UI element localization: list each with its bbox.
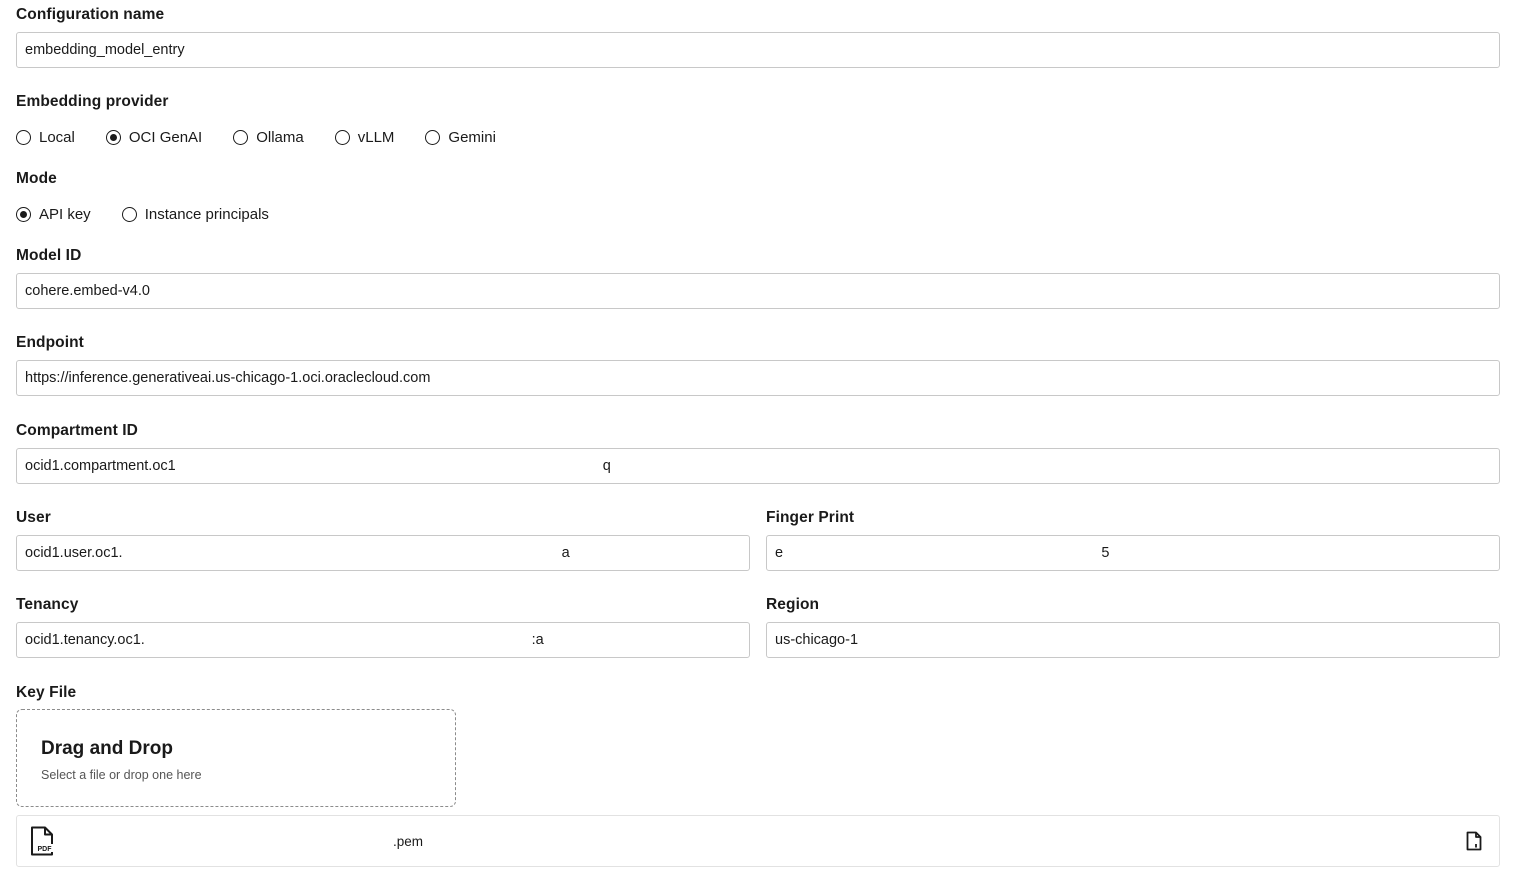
radio-label: vLLM bbox=[357, 128, 395, 146]
radio-label: Instance principals bbox=[144, 205, 269, 223]
radio-label: Local bbox=[39, 128, 75, 146]
mode-label: Mode bbox=[16, 170, 57, 187]
uploaded-file-row: PDF .pem bbox=[16, 815, 1500, 867]
radio-circle-icon bbox=[334, 129, 350, 145]
mode-radio-group: API key Instance principals bbox=[16, 204, 300, 224]
user-label: User bbox=[16, 509, 51, 526]
document-icon[interactable] bbox=[1465, 831, 1483, 851]
model-id-label: Model ID bbox=[16, 247, 82, 264]
radio-circle-icon bbox=[233, 129, 249, 145]
provider-radio-local[interactable]: Local bbox=[16, 129, 75, 146]
config-name-label: Configuration name bbox=[16, 6, 165, 23]
compartment-id-input[interactable]: ocid1.compartment.oc1 q bbox=[16, 448, 1500, 484]
key-file-dropzone[interactable]: Drag and Drop Select a file or drop one … bbox=[16, 709, 456, 807]
user-input[interactable]: ocid1.user.oc1. a bbox=[16, 535, 750, 571]
radio-circle-icon bbox=[105, 129, 121, 145]
radio-label: Gemini bbox=[448, 128, 496, 146]
mode-radio-instance-principals[interactable]: Instance principals bbox=[121, 205, 269, 223]
radio-label: API key bbox=[39, 205, 91, 223]
fingerprint-label: Finger Print bbox=[766, 509, 855, 526]
tenancy-input[interactable]: ocid1.tenancy.oc1. :a bbox=[16, 622, 750, 658]
region-label: Region bbox=[766, 596, 820, 613]
provider-radio-ollama[interactable]: Ollama bbox=[233, 129, 304, 146]
provider-radio-vllm[interactable]: vLLM bbox=[334, 128, 395, 146]
dropzone-title: Drag and Drop bbox=[41, 738, 173, 759]
radio-label: OCI GenAI bbox=[128, 128, 203, 146]
compartment-id-label: Compartment ID bbox=[16, 422, 138, 439]
svg-text:PDF: PDF bbox=[38, 846, 53, 853]
radio-label: Ollama bbox=[256, 128, 304, 146]
pdf-file-icon: PDF bbox=[31, 826, 53, 856]
radio-circle-icon bbox=[16, 206, 31, 222]
model-id-input[interactable]: cohere.embed-v4.0 bbox=[16, 273, 1500, 309]
key-file-label: Key File bbox=[16, 684, 77, 701]
radio-circle-icon bbox=[121, 206, 137, 222]
config-name-input[interactable]: embedding_model_entry bbox=[16, 32, 1500, 68]
provider-radio-gemini[interactable]: Gemini bbox=[425, 129, 496, 146]
provider-label: Embedding provider bbox=[16, 93, 169, 110]
radio-circle-icon bbox=[16, 129, 31, 145]
region-input[interactable]: us-chicago-1 bbox=[766, 622, 1500, 658]
provider-radio-group: Local OCI GenAI Ollama vLLM Gemini bbox=[16, 127, 527, 147]
file-name: .pem bbox=[393, 834, 424, 849]
endpoint-input[interactable]: https://inference.generativeai.us-chicag… bbox=[16, 360, 1500, 396]
provider-radio-oci-genai[interactable]: OCI GenAI bbox=[105, 128, 203, 146]
mode-radio-api-key[interactable]: API key bbox=[16, 206, 91, 223]
radio-circle-icon bbox=[425, 129, 441, 145]
tenancy-label: Tenancy bbox=[16, 596, 79, 613]
dropzone-subtitle: Select a file or drop one here bbox=[41, 768, 202, 782]
fingerprint-input[interactable]: e 5 bbox=[766, 535, 1500, 571]
endpoint-label: Endpoint bbox=[16, 334, 84, 351]
